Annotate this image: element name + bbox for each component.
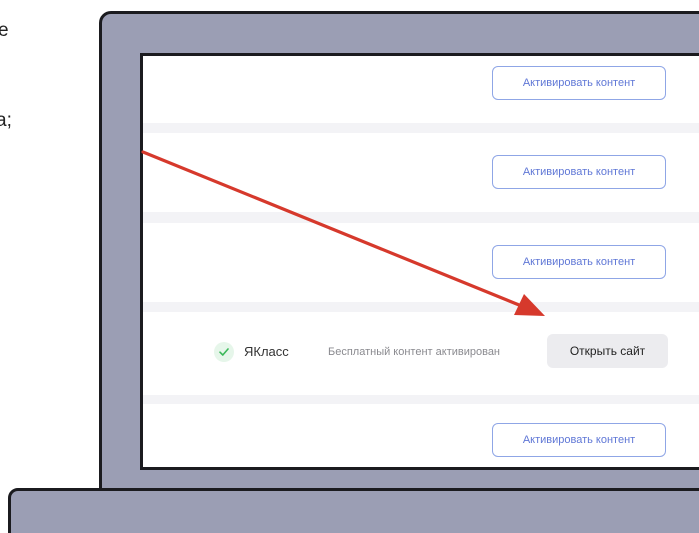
list-item: Активировать контент [143,223,699,302]
list-item: Активировать контент [143,404,699,467]
page: е а; Активировать контент Активировать к… [0,0,699,533]
check-icon [214,342,234,362]
laptop-base [8,488,699,533]
cropped-text-line: а; [0,110,12,131]
laptop-screen: Активировать контент Активировать контен… [140,53,699,470]
service-name: ЯКласс [244,344,289,359]
activate-content-button[interactable]: Активировать контент [492,155,666,189]
activate-content-button[interactable]: Активировать контент [492,423,666,457]
list-item: Активировать контент [143,56,699,123]
activate-content-button[interactable]: Активировать контент [492,66,666,100]
cropped-text-line: е [0,20,9,41]
list-item-activated: ЯКласс Бесплатный контент активирован От… [143,312,699,395]
activate-content-button[interactable]: Активировать контент [492,245,666,279]
open-site-button[interactable]: Открыть сайт [547,334,668,368]
status-text: Бесплатный контент активирован [328,346,501,358]
list-item: Активировать контент [143,133,699,212]
